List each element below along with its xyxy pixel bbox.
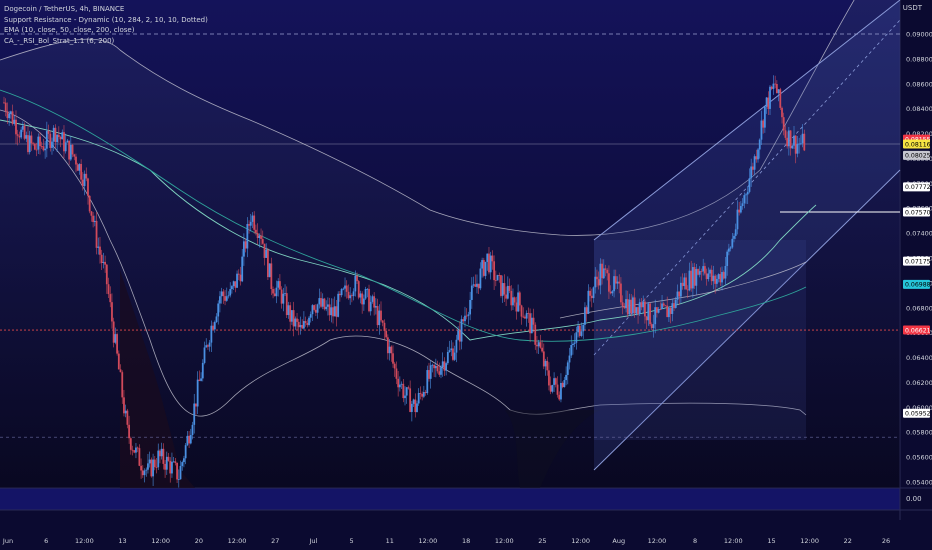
price-tag: 0.06988 — [903, 279, 931, 289]
time-tick-label: 12:00 — [571, 537, 590, 545]
candle — [88, 195, 91, 214]
price-tick-label: 0.08600 — [906, 80, 932, 88]
price-tag: 0.07772 — [903, 182, 931, 192]
svg-text:0.06988: 0.06988 — [905, 282, 931, 289]
price-tick-label: 0.05400 — [906, 479, 932, 487]
candle — [357, 279, 360, 300]
time-tick-label: 12:00 — [648, 537, 667, 545]
currency-unit-label: USDT — [902, 4, 922, 12]
indicator-legend: Dogecoin / TetherUS, 4h, BINANCE Support… — [4, 4, 208, 46]
time-tick-label: 13 — [118, 537, 126, 545]
legend-symbol-title[interactable]: Dogecoin / TetherUS, 4h, BINANCE — [4, 4, 208, 15]
candle — [578, 324, 581, 338]
price-tick-label: 0.08400 — [906, 105, 932, 113]
candle — [150, 457, 153, 478]
candle — [649, 302, 651, 327]
candle — [697, 268, 699, 276]
price-tag: 0.08116 — [903, 139, 931, 149]
time-tick-label: 12:00 — [724, 537, 743, 545]
candle — [496, 274, 499, 281]
price-tick-label: 0.05600 — [906, 454, 932, 462]
svg-text:0.05952: 0.05952 — [905, 411, 931, 418]
svg-text:0.07175: 0.07175 — [905, 258, 931, 265]
price-tag: 0.06621 — [903, 325, 931, 335]
time-tick-label: 12:00 — [800, 537, 819, 545]
legend-support-resistance[interactable]: Support Resistance - Dynamic (10, 284, 2… — [4, 15, 208, 26]
svg-text:0.07772: 0.07772 — [905, 184, 931, 191]
time-tick-label: 5 — [349, 537, 353, 545]
candle — [632, 295, 634, 316]
candle — [268, 263, 271, 278]
legend-ema[interactable]: EMA (10, close, 50, close, 200, close) — [4, 25, 208, 36]
price-tick-label: 0.06800 — [906, 304, 932, 312]
price-tag: 0.05952 — [903, 408, 931, 418]
legend-rsi-bol-strat[interactable]: CA_-_RSI_Bol_Strat_1.1 (6, 200) — [4, 36, 208, 47]
svg-text:0.07570: 0.07570 — [905, 209, 931, 216]
price-tag: 0.07175 — [903, 256, 931, 266]
price-tick-label: 0.07400 — [906, 230, 932, 238]
time-tick-label: 27 — [271, 537, 279, 545]
candle — [323, 297, 326, 311]
time-tick-label: Aug — [612, 537, 625, 545]
price-tag: 0.08025 — [903, 150, 931, 160]
price-tick-label: 0.06400 — [906, 354, 932, 362]
time-tick-label: 26 — [882, 537, 890, 545]
time-tick-label: 12:00 — [419, 537, 438, 545]
time-tick-label: 12:00 — [228, 537, 247, 545]
time-tick-label: 22 — [844, 537, 852, 545]
sub-pane-value: 0.00 — [906, 495, 922, 503]
time-tick-label: Jun — [2, 537, 13, 545]
candle — [33, 142, 36, 151]
price-tick-label: 0.08800 — [906, 55, 932, 63]
svg-text:0.06621: 0.06621 — [905, 327, 931, 334]
price-tick-label: 0.09000 — [906, 31, 932, 39]
candle — [116, 332, 119, 356]
candle — [500, 275, 502, 298]
time-tick-label: Jul — [308, 537, 317, 545]
svg-text:0.08025: 0.08025 — [905, 153, 931, 160]
candle — [482, 257, 485, 278]
price-tick-label: 0.06200 — [906, 379, 932, 387]
time-tick-label: 6 — [44, 537, 48, 545]
time-tick-label: 20 — [195, 537, 203, 545]
time-tick-label: 12:00 — [75, 537, 94, 545]
candle — [337, 291, 340, 318]
time-tick-label: 18 — [462, 537, 470, 545]
time-tick-label: 15 — [767, 537, 775, 545]
time-tick-label: 8 — [693, 537, 697, 545]
price-tick-label: 0.05800 — [906, 429, 932, 437]
price-chart[interactable]: 0.090000.088000.086000.084000.082000.080… — [0, 0, 932, 550]
sub-pane — [0, 488, 900, 510]
time-tick-label: 25 — [538, 537, 546, 545]
time-tick-label: 12:00 — [495, 537, 514, 545]
price-tag: 0.07570 — [903, 207, 931, 217]
time-tick-label: 11 — [386, 537, 394, 545]
time-tick-label: 12:00 — [151, 537, 170, 545]
svg-text:0.08116: 0.08116 — [905, 141, 931, 148]
candle — [779, 87, 782, 110]
candle — [267, 247, 269, 281]
